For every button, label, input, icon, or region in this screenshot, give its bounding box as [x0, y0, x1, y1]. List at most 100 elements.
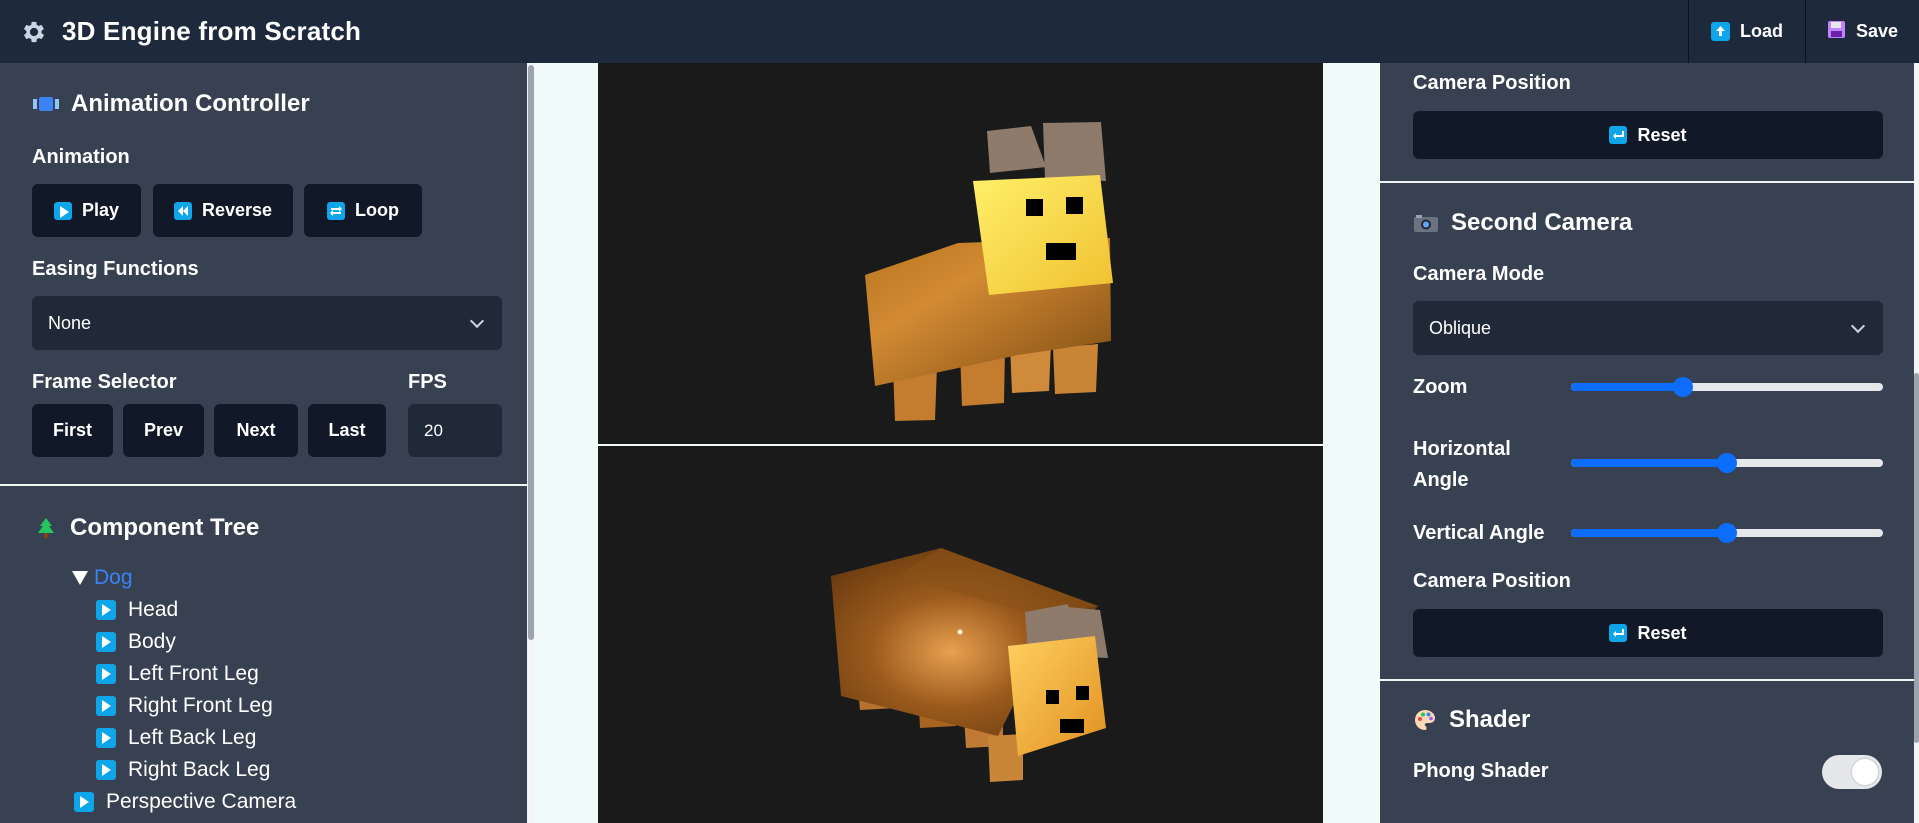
component-tree-title: Component Tree: [70, 514, 260, 541]
tree-item-left-front-leg[interactable]: Left Front Leg: [96, 662, 259, 686]
app-logo: 3D Engine from Scratch: [0, 16, 361, 47]
loop-icon: [327, 201, 345, 220]
fps-input-value: 20: [424, 420, 443, 440]
tree-item-perspective-camera[interactable]: Perspective Camera: [74, 790, 296, 814]
fps-label: FPS: [408, 371, 447, 393]
second-camera-header: Second Camera: [1413, 209, 1632, 237]
easing-select[interactable]: None: [32, 296, 502, 350]
second-camera-title: Second Camera: [1451, 209, 1633, 236]
tree-item-label: Right Back Leg: [128, 758, 271, 781]
chevron-down-icon: [469, 313, 485, 329]
reset-camera-button[interactable]: Reset: [1413, 111, 1883, 159]
play-button[interactable]: Play: [32, 184, 141, 237]
shader-header: Shader: [1413, 706, 1530, 734]
main-viewport[interactable]: [598, 63, 1323, 444]
dog-render-front: [865, 122, 1113, 421]
prev-frame-button[interactable]: Prev: [123, 404, 204, 457]
palette-icon: [1413, 708, 1437, 732]
tree-item-body[interactable]: Body: [96, 630, 176, 654]
fps-input[interactable]: 20: [408, 404, 502, 457]
tree-item-label: Head: [128, 598, 179, 621]
tree-item-dog[interactable]: Dog: [72, 566, 133, 590]
caret-down-icon: [72, 571, 88, 585]
right-panel-scrollbar[interactable]: [1914, 63, 1919, 823]
tree-item-label: Left Front Leg: [128, 662, 259, 685]
horizontal-angle-slider-fill: [1571, 459, 1727, 467]
next-frame-button[interactable]: Next: [214, 404, 298, 457]
camera-mode-select[interactable]: Oblique: [1413, 301, 1883, 355]
save-label: Save: [1855, 21, 1899, 41]
load-button[interactable]: Load: [1688, 0, 1805, 63]
camera-position-label: Camera Position: [1413, 570, 1571, 592]
left-panel: Animation Controller Animation Play Reve…: [0, 63, 535, 823]
section-divider: [1380, 181, 1915, 183]
easing-select-value: None: [48, 312, 92, 333]
reverse-button[interactable]: Reverse: [153, 184, 293, 237]
vertical-angle-slider-thumb[interactable]: [1717, 523, 1737, 543]
first-frame-button[interactable]: First: [32, 404, 113, 457]
horizontal-angle-slider[interactable]: [1571, 453, 1883, 473]
phong-shader-toggle[interactable]: [1822, 755, 1882, 789]
loop-label: Loop: [355, 200, 399, 220]
tree-item-right-front-leg[interactable]: Right Front Leg: [96, 694, 273, 718]
camera-position-label: Camera Position: [1413, 72, 1571, 94]
zoom-slider-fill: [1571, 383, 1683, 391]
play-icon: [96, 664, 116, 684]
play-icon: [96, 728, 116, 748]
tree-item-label: Body: [128, 630, 176, 653]
dog-render-oblique: [831, 548, 1108, 782]
app-title: 3D Engine from Scratch: [62, 16, 362, 46]
app-header: 3D Engine from Scratch Load Save: [0, 0, 1919, 63]
camera-mode-value: Oblique: [1429, 317, 1492, 338]
reset-second-camera-button[interactable]: Reset: [1413, 609, 1883, 657]
upload-icon: [1711, 22, 1730, 41]
tree-item-left-back-leg[interactable]: Left Back Leg: [96, 726, 256, 750]
section-divider: [0, 484, 535, 486]
play-icon: [96, 760, 116, 780]
toggle-knob: [1852, 759, 1878, 785]
save-button[interactable]: Save: [1805, 0, 1919, 63]
zoom-slider-thumb[interactable]: [1673, 377, 1693, 397]
horizontal-angle-slider-thumb[interactable]: [1717, 453, 1737, 473]
vertical-angle-label: Vertical Angle: [1413, 522, 1545, 544]
left-panel-scrollbar[interactable]: [527, 63, 535, 823]
floppy-disk-icon: [1827, 20, 1846, 44]
zoom-slider[interactable]: [1571, 377, 1883, 397]
frame-selector-label: Frame Selector: [32, 371, 177, 393]
play-label: Play: [81, 200, 120, 220]
play-icon: [74, 792, 94, 812]
loop-button[interactable]: Loop: [304, 184, 422, 237]
tree-item-dog-label: Dog: [94, 566, 133, 589]
reset-icon: [1609, 624, 1628, 642]
play-icon: [96, 600, 116, 620]
scrollbar-thumb[interactable]: [1914, 373, 1919, 743]
animation-controller-title: Animation Controller: [71, 90, 310, 117]
secondary-viewport[interactable]: [598, 446, 1323, 823]
component-tree-header: Component Tree: [36, 514, 259, 542]
tree-item-head[interactable]: Head: [96, 598, 178, 622]
right-panel: Camera Position Reset Second Camera Came…: [1380, 63, 1919, 823]
tree-item-label: Perspective Camera: [106, 790, 297, 813]
play-icon: [53, 201, 72, 220]
phong-shader-label: Phong Shader: [1413, 760, 1549, 782]
tree-item-right-back-leg[interactable]: Right Back Leg: [96, 758, 270, 782]
zoom-label: Zoom: [1413, 376, 1468, 398]
reset-label: Reset: [1637, 622, 1687, 643]
vertical-angle-slider[interactable]: [1571, 523, 1883, 543]
animation-label: Animation: [32, 146, 130, 168]
play-icon: [96, 696, 116, 716]
section-divider: [1380, 679, 1915, 681]
scrollbar-thumb[interactable]: [528, 65, 534, 640]
last-frame-button[interactable]: Last: [308, 404, 386, 457]
camera-mode-label: Camera Mode: [1413, 263, 1545, 285]
vertical-angle-slider-fill: [1571, 529, 1727, 537]
tree-item-label: Right Front Leg: [128, 694, 273, 717]
horizontal-angle-label: Horizontal Angle: [1413, 438, 1511, 491]
camera-icon: [1413, 213, 1439, 233]
reset-icon: [1609, 126, 1628, 144]
film-icon: [33, 97, 59, 111]
reset-label: Reset: [1637, 124, 1687, 145]
easing-functions-label: Easing Functions: [32, 258, 199, 280]
rewind-icon: [173, 201, 192, 220]
tree-item-label: Left Back Leg: [128, 726, 257, 749]
